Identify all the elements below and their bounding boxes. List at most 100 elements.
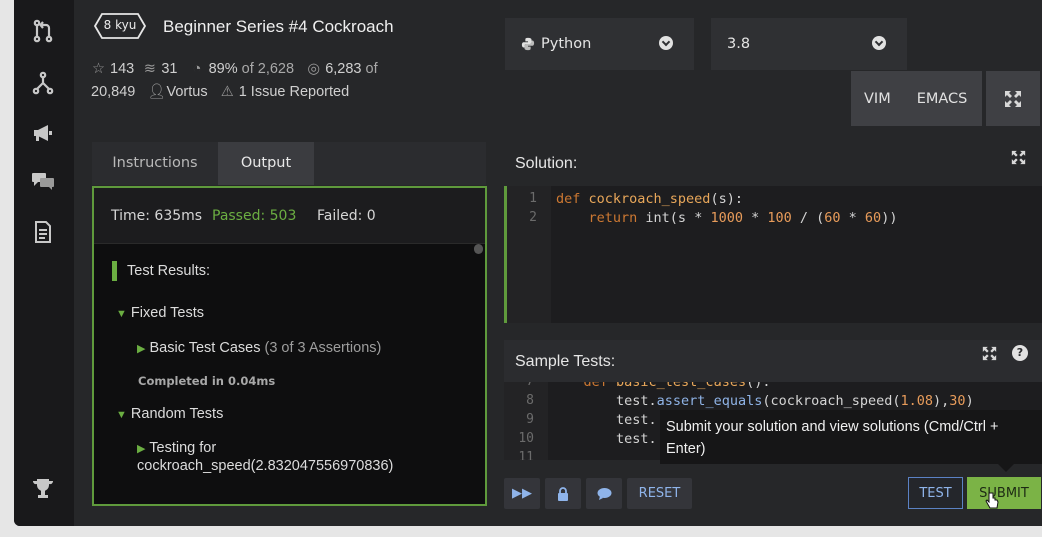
tooltip-line-1: Submit your solution and view solutions … — [666, 419, 999, 435]
line-number: 2 — [529, 210, 537, 225]
python-icon — [521, 36, 535, 51]
help-icon[interactable]: ? — [1012, 345, 1028, 361]
output-summary: Time: 635ms Passed: 503 Failed: 0 — [94, 188, 485, 244]
completed-time: Completed in 0.04ms — [138, 374, 276, 388]
star-icon[interactable]: ☆ — [91, 58, 106, 81]
unlock-solutions-button[interactable] — [545, 478, 581, 509]
collections-icon: ≋ — [143, 61, 156, 77]
emacs-mode-button[interactable]: EMACS — [904, 91, 981, 107]
random-tests-group[interactable]: ▼ Random Tests — [116, 406, 223, 422]
collections-count: 31 — [161, 61, 178, 77]
fixed-tests-label: Fixed Tests — [130, 305, 204, 321]
version-value: 3.8 — [727, 36, 751, 52]
lock-icon — [558, 486, 568, 501]
code-line[interactable]: return int(s * 1000 * 100 / (60 * 60)) — [556, 210, 898, 226]
satisfaction-icon: ◔ — [192, 61, 202, 77]
document-icon[interactable] — [30, 219, 56, 245]
expand-triangle-icon: ▼ — [116, 308, 127, 320]
basic-cases-detail: (3 of 3 Assertions) — [264, 340, 382, 356]
chevron-down-icon — [872, 36, 886, 50]
line-gutter — [507, 186, 551, 323]
issues-link[interactable]: 1 Issue Reported — [239, 84, 349, 100]
tab-output[interactable]: Output — [218, 142, 314, 185]
tab-instructions[interactable]: Instructions — [92, 142, 218, 185]
results-title: Test Results: — [127, 263, 210, 279]
line-number: 1 — [529, 191, 537, 206]
sample-tests-header: Sample Tests: ? — [504, 340, 1042, 382]
rank-label: 8 kyu — [103, 18, 137, 32]
sidebar — [14, 0, 74, 526]
completed-of-prefix: of — [365, 61, 378, 77]
output-scrollbar[interactable] — [474, 244, 483, 254]
test-button[interactable]: TEST — [908, 477, 963, 509]
trophy-icon[interactable] — [30, 476, 56, 502]
hand-cursor-icon — [985, 492, 999, 509]
collapse-triangle-icon: ▶ — [137, 343, 146, 355]
panel-tabs: Instructions Output — [92, 142, 486, 185]
random-tests-label: Random Tests — [130, 406, 224, 422]
line-number: 7 — [506, 382, 534, 389]
line-number: 9 — [526, 412, 534, 427]
rank-badge: 8 kyu — [94, 13, 146, 39]
attempted-count: 20,849 — [91, 84, 136, 100]
fixed-tests-group[interactable]: ▼ Fixed Tests — [116, 305, 204, 321]
run-time: Time: 635ms — [111, 208, 203, 224]
app-window: 8 kyu Beginner Series #4 Cockroach ☆ 143… — [14, 0, 1042, 526]
target-icon: ◎ — [307, 61, 320, 77]
fullscreen-button[interactable] — [986, 71, 1040, 126]
main-area: 8 kyu Beginner Series #4 Cockroach ☆ 143… — [74, 0, 1042, 526]
language-select[interactable]: Python — [505, 18, 694, 70]
vim-mode-button[interactable]: VIM — [851, 91, 904, 107]
basic-cases-label: Basic Test Cases — [149, 340, 261, 356]
run-all-button[interactable]: ▶▶ — [504, 478, 540, 509]
collapse-triangle-icon: ▶ — [137, 443, 146, 455]
comment-icon — [597, 488, 611, 500]
warning-icon: ⚠︎ — [220, 84, 234, 100]
author-name[interactable]: Vortus — [166, 84, 207, 100]
code-line[interactable]: test. — [551, 431, 657, 447]
testing-for-label: Testing for — [149, 440, 217, 456]
line-number: 11 — [518, 450, 534, 460]
megaphone-icon[interactable] — [30, 120, 56, 146]
chat-bubbles-icon[interactable] — [30, 168, 56, 194]
reset-button[interactable]: RESET — [627, 478, 692, 509]
submit-tooltip: Submit your solution and view solutions … — [660, 410, 1042, 472]
chevron-down-icon — [659, 36, 673, 50]
code-line[interactable]: test. — [551, 412, 657, 428]
line-number: 10 — [518, 431, 534, 446]
solution-expand-icon[interactable] — [1011, 150, 1027, 166]
satisfaction-rate: 89% — [208, 61, 238, 77]
code-line[interactable]: test.assert_equals(cockroach_speed(1.08)… — [551, 393, 974, 409]
tooltip-line-2: Enter) — [666, 441, 706, 457]
output-panel: Time: 635ms Passed: 503 Failed: 0 Test R… — [92, 186, 487, 506]
fast-forward-icon: ▶▶ — [512, 486, 532, 501]
failed-count: Failed: 0 — [317, 208, 376, 224]
user-icon: 👤︎ — [147, 84, 166, 100]
pull-request-icon[interactable] — [30, 18, 56, 44]
line-number: 8 — [526, 393, 534, 408]
language-value: Python — [541, 36, 592, 52]
completed-count: 6,283 — [325, 61, 362, 77]
kata-stats: ☆ 143 ≋ 31 ◔ 89% of 2,628 ◎ 6,283 of 20,… — [91, 58, 421, 104]
expand-triangle-icon: ▼ — [116, 409, 127, 421]
passed-count: Passed: 503 — [212, 208, 297, 224]
discuss-button[interactable] — [586, 478, 622, 509]
testing-for-call: cockroach_speed(2.832047556970836) — [137, 458, 394, 474]
version-select[interactable]: 3.8 — [711, 18, 907, 70]
sample-expand-icon[interactable] — [982, 346, 998, 362]
submit-button[interactable]: SUBMIT — [967, 477, 1041, 509]
stars-count: 143 — [110, 61, 135, 77]
editor-mode-bar: VIM EMACS — [851, 71, 982, 126]
satisfaction-votes: of 2,628 — [241, 61, 295, 77]
code-line[interactable]: def cockroach_speed(s): — [556, 191, 743, 207]
results-marker — [112, 261, 117, 281]
basic-test-cases[interactable]: ▶ Basic Test Cases (3 of 3 Assertions) — [137, 340, 381, 356]
solution-label: Solution: — [515, 155, 578, 172]
fork-icon[interactable] — [30, 70, 56, 96]
kata-title[interactable]: Beginner Series #4 Cockroach — [163, 17, 394, 37]
code-line[interactable]: def basic_test_cases(): — [551, 382, 771, 390]
sample-tests-label: Sample Tests: — [515, 353, 616, 370]
solution-editor[interactable]: 1 2 def cockroach_speed(s): return int(s… — [504, 186, 1042, 323]
expand-icon — [1005, 90, 1021, 107]
testing-for-item[interactable]: ▶ Testing for — [137, 440, 216, 456]
